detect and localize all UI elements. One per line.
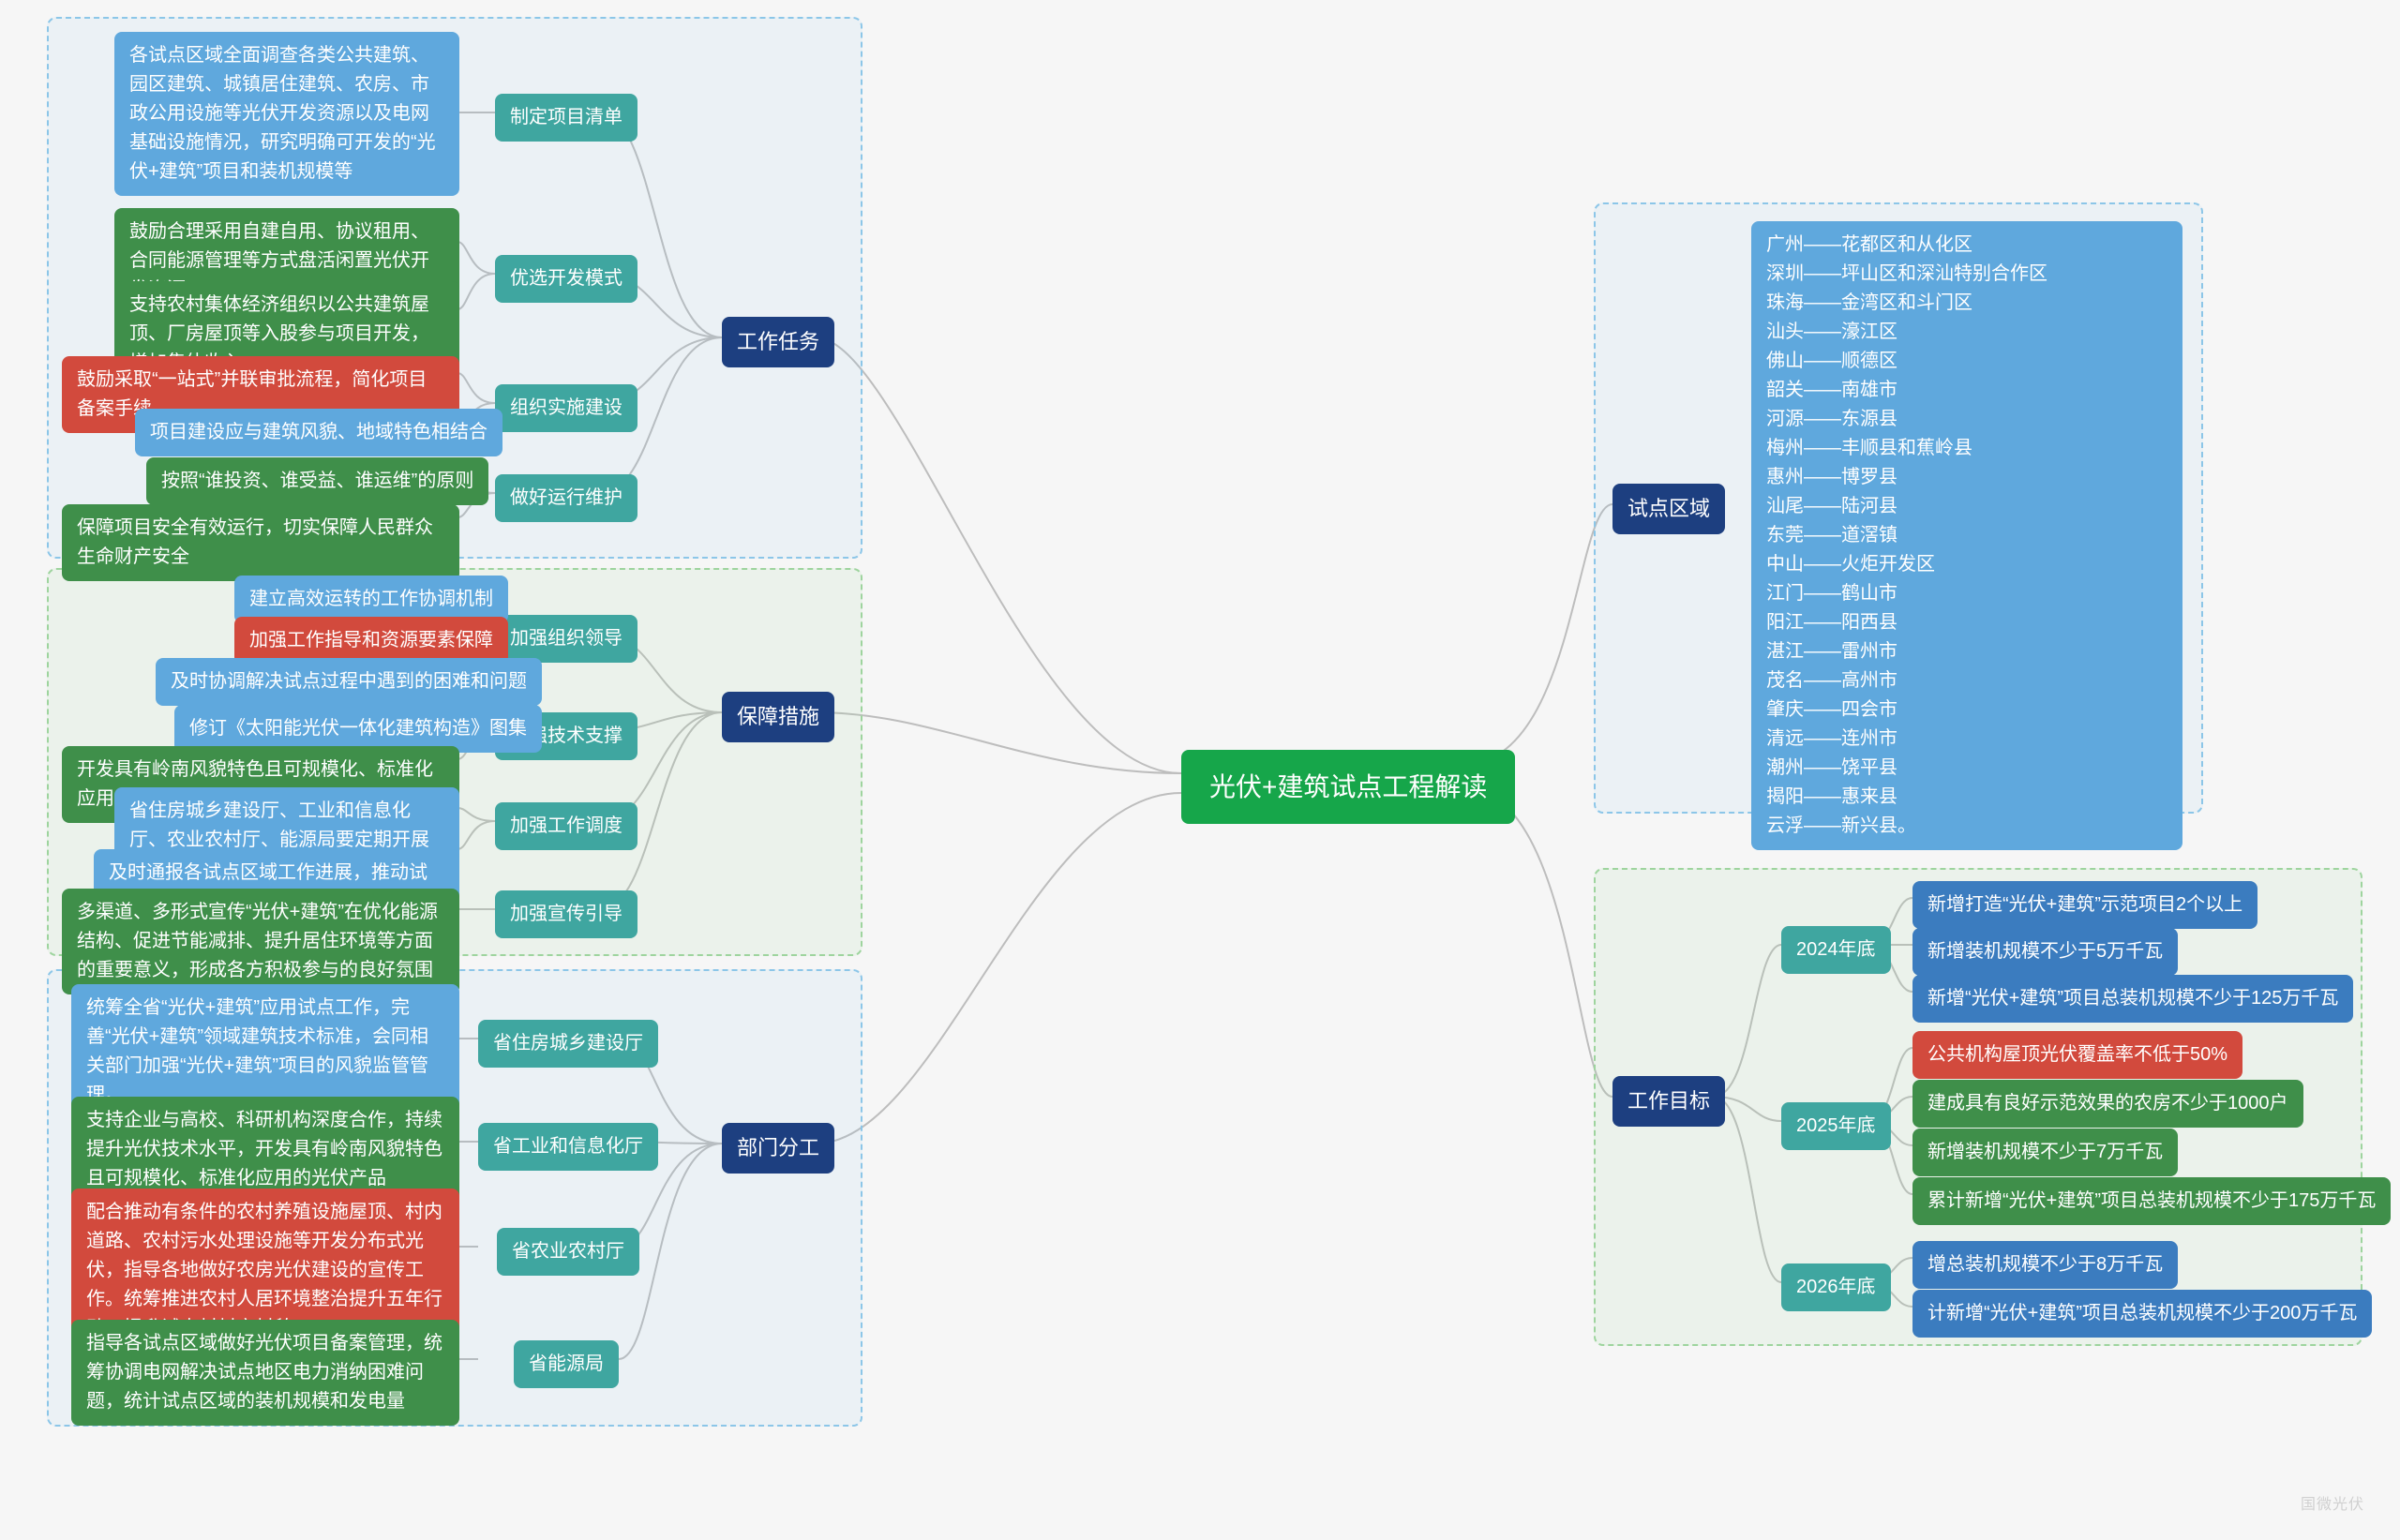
goals-leaf: 新增打造“光伏+建筑”示范项目2个以上 (1912, 881, 2258, 929)
dept-leaf: 支持企业与高校、科研机构深度合作，持续提升光伏技术水平，开发具有岭南风貌特色且可… (71, 1097, 459, 1203)
dept-leaf: 指导各试点区域做好光伏项目备案管理，统筹协调电网解决试点地区电力消纳困难问题，统… (71, 1320, 459, 1426)
branch-safeguards: 保障措施 (722, 692, 834, 742)
tasks-leaf: 保障项目安全有效运行，切实保障人民群众生命财产安全 (62, 504, 459, 581)
goals-leaf: 累计新增“光伏+建筑”项目总装机规模不少于175万千瓦 (1912, 1177, 2391, 1225)
tasks-leaf: 按照“谁投资、谁受益、谁运维”的原则 (146, 457, 488, 505)
safe-sub-3: 加强宣传引导 (495, 890, 638, 938)
goals-leaf: 新增装机规模不少于7万千瓦 (1912, 1129, 2178, 1176)
safe-sub-0: 加强组织领导 (495, 615, 638, 663)
branch-tasks: 工作任务 (722, 317, 834, 367)
goals-sub-0: 2024年底 (1781, 926, 1891, 974)
tasks-sub-0: 制定项目清单 (495, 94, 638, 142)
branch-regions: 试点区域 (1612, 484, 1725, 534)
goals-leaf: 建成具有良好示范效果的农房不少于1000户 (1912, 1080, 2303, 1128)
dept-sub-3: 省能源局 (514, 1340, 619, 1388)
safe-sub-2: 加强工作调度 (495, 802, 638, 850)
regions-list: 广州——花都区和从化区 深圳——坪山区和深汕特别合作区 珠海——金湾区和斗门区 … (1751, 221, 2182, 850)
safe-leaf: 多渠道、多形式宣传“光伏+建筑”在优化能源结构、促进节能减排、提升居住环境等方面… (62, 889, 459, 994)
goals-leaf: 新增装机规模不少于5万千瓦 (1912, 928, 2178, 976)
dept-sub-1: 省工业和信息化厅 (478, 1123, 658, 1171)
tasks-sub-2: 组织实施建设 (495, 384, 638, 432)
tasks-leaf: 各试点区域全面调查各类公共建筑、园区建筑、城镇居住建筑、农房、市政公用设施等光伏… (114, 32, 459, 196)
center-node: 光伏+建筑试点工程解读 (1181, 750, 1515, 824)
goals-sub-2: 2026年底 (1781, 1263, 1891, 1311)
dept-sub-0: 省住房城乡建设厅 (478, 1020, 658, 1068)
safe-leaf: 及时协调解决试点过程中遇到的困难和问题 (156, 658, 542, 706)
branch-departments: 部门分工 (722, 1123, 834, 1174)
goals-sub-1: 2025年底 (1781, 1102, 1891, 1150)
goals-leaf: 增总装机规模不少于8万千瓦 (1912, 1241, 2178, 1289)
goals-leaf: 计新增“光伏+建筑”项目总装机规模不少于200万千瓦 (1912, 1290, 2372, 1338)
tasks-leaf: 项目建设应与建筑风貌、地域特色相结合 (135, 409, 502, 456)
dept-sub-2: 省农业农村厅 (497, 1228, 639, 1276)
branch-goals: 工作目标 (1612, 1076, 1725, 1127)
tasks-sub-3: 做好运行维护 (495, 474, 638, 522)
tasks-sub-1: 优选开发模式 (495, 255, 638, 303)
goals-leaf: 新增“光伏+建筑”项目总装机规模不少于125万千瓦 (1912, 975, 2353, 1023)
watermark: 国微光伏 (2301, 1491, 2364, 1514)
goals-leaf: 公共机构屋顶光伏覆盖率不低于50% (1912, 1031, 2242, 1079)
